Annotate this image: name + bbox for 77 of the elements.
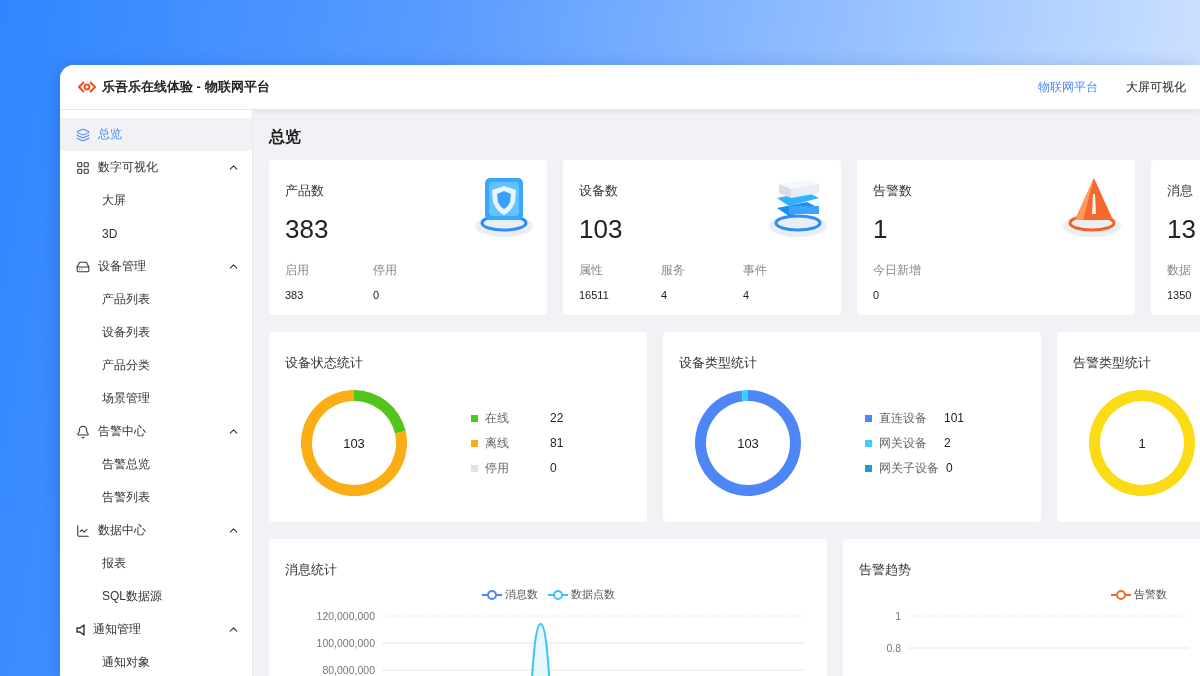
app-title: 乐吾乐在线体验 - 物联网平台 <box>102 78 270 96</box>
card-title: 告警趋势 <box>859 561 912 579</box>
page-title: 总览 <box>269 127 302 147</box>
stat-number: 16511 <box>579 289 610 301</box>
sidebar-item[interactable]: 通知对象 <box>60 646 252 676</box>
grid-icon <box>76 160 90 175</box>
card-title: 告警数 <box>873 182 913 200</box>
legend-label: 直连设备 <box>879 409 928 427</box>
sidebar-item[interactable]: 通知管理 <box>60 613 252 646</box>
nav-link[interactable]: 大屏可视化 <box>1126 78 1186 96</box>
nav-link[interactable]: 物联网平台 <box>1038 78 1098 96</box>
card-title: 消息 <box>1167 182 1194 200</box>
legend-value: 22 <box>550 411 564 425</box>
stat-label: 启用 <box>285 262 310 279</box>
sidebar-item[interactable]: 设备列表 <box>60 316 252 349</box>
stat-number: 0 <box>373 289 381 301</box>
sidebar-item[interactable]: 数据中心 <box>60 514 252 547</box>
card-title: 设备类型统计 <box>679 354 758 372</box>
card-title: 设备状态统计 <box>285 354 364 372</box>
legend-label: 告警数 <box>1134 587 1167 602</box>
card-title: 告警类型统计 <box>1073 354 1152 372</box>
legend-value: 101 <box>944 411 965 425</box>
legend-value: 2 <box>944 436 951 450</box>
stat-label: 属性 <box>579 262 604 279</box>
legend-label: 在线 <box>485 409 510 427</box>
legend-label: 停用 <box>485 459 510 477</box>
stat-value: 13 <box>1167 214 1197 246</box>
stat-value: 383 <box>285 214 330 246</box>
legend-label: 消息数 <box>504 587 538 602</box>
speaker-icon <box>76 623 85 636</box>
legend-label: 数据点数 <box>570 587 615 602</box>
line-chart-icon <box>76 523 90 538</box>
card-title: 消息统计 <box>285 561 338 579</box>
axis-tick-label: 120,000,000 <box>316 610 375 622</box>
card-title: 产品数 <box>285 182 325 200</box>
drive-icon <box>76 259 90 274</box>
donut-total: 1 <box>1138 435 1146 451</box>
sidebar-item[interactable]: 产品分类 <box>60 349 252 382</box>
stat-label: 服务 <box>661 262 686 279</box>
sidebar-item[interactable]: 告警总览 <box>60 448 252 481</box>
legend-label: 网关子设备 <box>879 459 939 477</box>
stat-label: 今日新增 <box>873 262 922 279</box>
sidebar-item[interactable]: 大屏 <box>60 184 252 217</box>
stat-label: 数据 <box>1167 262 1192 279</box>
sidebar-item[interactable]: 3D <box>60 217 252 250</box>
sidebar-item[interactable]: 产品列表 <box>60 283 252 316</box>
donut-total: 103 <box>343 435 365 451</box>
logo-icon <box>78 80 96 94</box>
stat-value: 1 <box>873 214 889 246</box>
legend-value: 0 <box>946 461 953 475</box>
axis-tick-label: 100,000,000 <box>316 637 375 649</box>
stat-label: 停用 <box>373 262 398 279</box>
sidebar-item[interactable]: 报表 <box>60 547 252 580</box>
bell-icon <box>76 424 90 439</box>
layers-icon <box>76 127 90 142</box>
stat-number: 4 <box>661 289 669 301</box>
sidebar-item[interactable]: 场景管理 <box>60 382 252 415</box>
legend-label: 离线 <box>485 434 510 452</box>
sidebar-item[interactable]: 设备管理 <box>60 250 252 283</box>
sidebar-item[interactable]: SQL数据源 <box>60 580 252 613</box>
legend-value: 81 <box>550 436 564 450</box>
stat-number: 4 <box>743 289 751 301</box>
legend-label: 网关设备 <box>879 434 928 452</box>
axis-tick-label: 0.8 <box>886 642 901 654</box>
sidebar-item[interactable]: 数字可视化 <box>60 151 252 184</box>
stat-label: 事件 <box>743 262 768 279</box>
card-title: 设备数 <box>579 182 619 200</box>
sidebar-item[interactable]: 告警中心 <box>60 415 252 448</box>
stat-number: 0 <box>873 289 881 301</box>
donut-total: 103 <box>737 435 759 451</box>
legend-value: 0 <box>550 461 557 475</box>
stat-value: 103 <box>579 214 624 246</box>
axis-tick-label: 1 <box>895 610 901 622</box>
stat-number: 1350 <box>1167 289 1193 301</box>
sidebar-item[interactable]: 告警列表 <box>60 481 252 514</box>
axis-tick-label: 80,000,000 <box>322 664 375 676</box>
stat-number: 383 <box>285 289 305 301</box>
